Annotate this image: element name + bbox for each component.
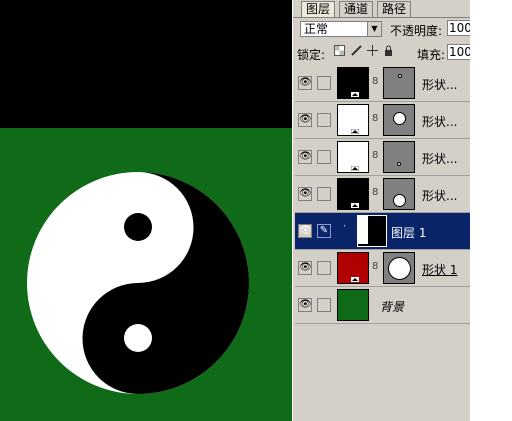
chain-icon[interactable]: 8 xyxy=(372,261,378,272)
blank-area xyxy=(470,0,512,421)
chain-icon[interactable]: 8 xyxy=(372,76,378,87)
vector-mask-thumbnail xyxy=(383,252,415,284)
chain-icon[interactable]: 8 xyxy=(372,150,378,161)
layer-name[interactable]: 形状... xyxy=(422,113,457,130)
vector-mask-thumbnail xyxy=(383,104,415,136)
paint-brush-icon[interactable]: ✎ xyxy=(317,224,331,238)
opacity-label: 不透明度: xyxy=(390,24,443,38)
layer-row[interactable]: 👁 8 形状... xyxy=(295,139,470,176)
layer-row[interactable]: 👁 8 形状... xyxy=(295,65,470,102)
eye-icon[interactable]: 👁 xyxy=(298,150,312,164)
layer-link-box[interactable] xyxy=(317,76,331,90)
lock-transparency-icon[interactable] xyxy=(333,45,345,58)
lock-paint-brush-icon[interactable] xyxy=(350,45,362,58)
blend-mode-value: 正常 xyxy=(304,22,329,36)
layer-link-box[interactable] xyxy=(317,298,331,312)
layer-link-box[interactable] xyxy=(317,150,331,164)
vector-mask-thumbnail xyxy=(383,141,415,173)
layer-thumbnail xyxy=(337,141,369,173)
layer-name[interactable]: 背景 xyxy=(380,298,404,315)
eye-icon[interactable]: 👁 xyxy=(298,187,312,201)
eye-icon[interactable]: 👁 xyxy=(298,113,312,127)
fill-input[interactable]: 100 xyxy=(447,44,470,60)
canvas-black-band xyxy=(0,0,292,128)
layer-row[interactable]: 👁 8 形状... xyxy=(295,102,470,139)
eye-icon[interactable]: 👁 xyxy=(298,76,312,90)
lock-label: 锁定: xyxy=(297,48,326,62)
document-canvas[interactable] xyxy=(0,0,292,421)
tab-paths[interactable]: 路径 xyxy=(377,1,412,17)
layer-link-box[interactable] xyxy=(317,113,331,127)
lock-move-icon[interactable] xyxy=(366,45,378,58)
layer-thumbnail xyxy=(337,67,369,99)
layer-row-selected[interactable]: 👁 ✎ ʼ 图层 1 xyxy=(295,213,470,250)
layer-name[interactable]: 形状... xyxy=(422,76,457,93)
layer-thumbnail xyxy=(337,252,369,284)
blend-mode-select[interactable]: 正常 ▼ xyxy=(300,21,382,37)
layer-thumbnail xyxy=(337,178,369,210)
layer-row-background[interactable]: 👁 背景 xyxy=(295,287,470,324)
eye-icon[interactable]: 👁 xyxy=(298,261,312,275)
yin-yang-symbol xyxy=(27,172,249,394)
layer-row[interactable]: 👁 8 形状... xyxy=(295,176,470,213)
fill-label: 填充: xyxy=(417,48,446,62)
layer-thumbnail xyxy=(337,104,369,136)
eye-icon[interactable]: 👁 xyxy=(298,224,312,238)
eye-icon[interactable]: 👁 xyxy=(298,298,312,312)
layer-thumbnail xyxy=(337,289,369,321)
layer-thumbnail xyxy=(357,215,387,247)
panel-tabs: 图层 通道 路径 xyxy=(293,0,470,18)
lock-all-icon[interactable] xyxy=(382,45,394,58)
layer-name[interactable]: 形状 1 xyxy=(422,261,457,278)
chain-icon[interactable]: 8 xyxy=(372,187,378,198)
vector-mask-thumbnail xyxy=(383,178,415,210)
layer-name[interactable]: 形状... xyxy=(422,187,457,204)
tab-channels[interactable]: 通道 xyxy=(339,1,374,17)
layer-name[interactable]: 形状... xyxy=(422,150,457,167)
chevron-down-icon[interactable]: ▼ xyxy=(367,22,381,36)
tab-layers[interactable]: 图层 xyxy=(301,1,336,17)
layer-name[interactable]: 图层 1 xyxy=(391,224,426,241)
layer-link-box[interactable] xyxy=(317,261,331,275)
chain-icon[interactable]: 8 xyxy=(372,113,378,124)
chain-icon[interactable]: ʼ xyxy=(343,224,346,235)
vector-mask-thumbnail xyxy=(383,67,415,99)
layers-panel: 图层 通道 路径 正常 ▼ 不透明度: 100 锁定: 填充: 100 👁 8 … xyxy=(293,0,470,421)
layer-link-box[interactable] xyxy=(317,187,331,201)
layer-row[interactable]: 👁 8 形状 1 xyxy=(295,250,470,287)
opacity-input[interactable]: 100 xyxy=(447,20,470,36)
